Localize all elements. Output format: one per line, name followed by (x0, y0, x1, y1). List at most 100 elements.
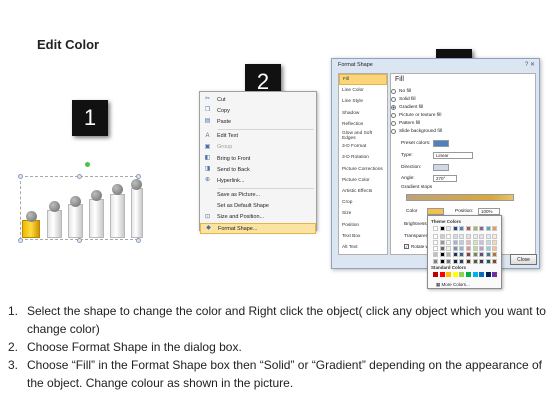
color-swatch[interactable] (439, 252, 445, 258)
resize-handle[interactable] (77, 238, 82, 243)
color-swatch[interactable] (452, 258, 458, 264)
color-swatch[interactable] (446, 246, 452, 252)
dialog-window-buttons[interactable]: ? ✕ (525, 61, 535, 68)
radio-no-fill[interactable]: No fill (391, 89, 411, 94)
bar[interactable] (131, 188, 143, 238)
color-swatch[interactable] (459, 246, 465, 252)
category-shadow[interactable]: Shadow (339, 108, 387, 119)
color-swatch[interactable] (433, 258, 438, 264)
color-swatch[interactable] (433, 246, 438, 252)
angle-input[interactable]: 270° (433, 175, 457, 182)
menu-item-set-default-shape[interactable]: Set as Default Shape (200, 201, 316, 212)
color-swatch[interactable] (492, 272, 498, 277)
color-swatch[interactable] (446, 226, 452, 231)
color-swatch[interactable] (439, 239, 445, 245)
category-alt-text[interactable]: Alt Text (339, 242, 387, 253)
bar[interactable] (47, 210, 62, 238)
menu-item-bring-to-front[interactable]: ◧ Bring to Front (200, 153, 316, 164)
color-swatch[interactable] (485, 272, 491, 277)
color-swatch[interactable] (439, 233, 445, 239)
color-swatch[interactable] (472, 233, 478, 239)
color-swatch[interactable] (485, 252, 491, 258)
color-swatch[interactable] (433, 252, 438, 258)
color-swatch[interactable] (433, 233, 438, 239)
gradient-stops-bar[interactable] (406, 194, 514, 201)
bar[interactable] (68, 204, 83, 238)
preset-colors-dropdown[interactable] (433, 140, 449, 147)
color-swatch[interactable] (466, 252, 471, 258)
color-swatch[interactable] (466, 246, 471, 252)
color-swatch[interactable] (466, 233, 471, 239)
category-crop[interactable]: Crop (339, 197, 387, 208)
color-swatch[interactable] (446, 258, 452, 264)
color-swatch[interactable] (492, 258, 498, 264)
radio-gradient-fill[interactable]: Gradient fill (391, 105, 423, 110)
resize-handle[interactable] (18, 174, 23, 179)
direction-dropdown[interactable] (433, 164, 449, 171)
color-swatch[interactable] (439, 226, 445, 231)
color-swatch[interactable] (485, 233, 491, 239)
category-artistic-effects[interactable]: Artistic Effects (339, 186, 387, 197)
color-swatch[interactable] (459, 239, 465, 245)
menu-item-size-position[interactable]: ⊡ Size and Position... (200, 212, 316, 223)
resize-handle[interactable] (18, 238, 23, 243)
category-3d-rotation[interactable]: 3-D Rotation (339, 152, 387, 163)
color-swatch[interactable] (452, 272, 458, 277)
more-colors-button[interactable]: ▦ More Colors... (436, 282, 470, 288)
category-picture-corrections[interactable]: Picture Corrections (339, 164, 387, 175)
color-swatch[interactable] (485, 258, 491, 264)
color-swatch[interactable] (466, 239, 471, 245)
menu-item-edit-text[interactable]: A Edit Text (200, 131, 316, 142)
menu-item-hyperlink[interactable]: ⊕ Hyperlink... (200, 175, 316, 186)
color-swatch[interactable] (466, 272, 471, 277)
category-glow[interactable]: Glow and Soft Edges (339, 130, 387, 141)
color-swatch[interactable] (452, 233, 458, 239)
color-swatch[interactable] (492, 226, 498, 231)
menu-item-copy[interactable]: ❐ Copy (200, 105, 316, 116)
radio-slide-background-fill[interactable]: Slide background fill (391, 129, 442, 134)
color-swatch[interactable] (433, 272, 438, 277)
category-fill[interactable]: Fill (339, 74, 387, 86)
color-swatch[interactable] (466, 258, 471, 264)
color-swatch[interactable] (479, 226, 485, 231)
color-swatch[interactable] (446, 272, 452, 277)
color-swatch[interactable] (446, 252, 452, 258)
category-text-box[interactable]: Text Box (339, 231, 387, 242)
radio-solid-fill[interactable]: Solid fill (391, 97, 416, 102)
category-3d-format[interactable]: 3-D Format (339, 141, 387, 152)
resize-handle[interactable] (77, 174, 82, 179)
color-swatch[interactable] (459, 252, 465, 258)
color-swatch[interactable] (466, 226, 471, 231)
radio-picture-fill[interactable]: Picture or texture fill (391, 113, 441, 118)
position-input[interactable]: 100% (478, 208, 500, 215)
color-swatch[interactable] (479, 272, 485, 277)
bar[interactable] (110, 194, 125, 238)
category-size[interactable]: Size (339, 208, 387, 219)
bar[interactable] (89, 199, 104, 238)
category-line-style[interactable]: Line Style (339, 96, 387, 107)
color-swatch[interactable] (479, 258, 485, 264)
color-swatch[interactable] (446, 239, 452, 245)
close-button[interactable]: Close (510, 254, 537, 265)
color-swatch[interactable] (479, 252, 485, 258)
category-reflection[interactable]: Reflection (339, 119, 387, 130)
radio-pattern-fill[interactable]: Pattern fill (391, 121, 420, 126)
color-swatch[interactable] (433, 226, 438, 231)
color-swatch[interactable] (485, 246, 491, 252)
color-swatch[interactable] (472, 258, 478, 264)
color-swatch[interactable] (479, 246, 485, 252)
color-swatch[interactable] (492, 233, 498, 239)
menu-item-save-as-picture[interactable]: Save as Picture... (200, 190, 316, 201)
color-swatch[interactable] (459, 233, 465, 239)
menu-item-cut[interactable]: ✂ Cut (200, 94, 316, 105)
color-swatch[interactable] (433, 239, 438, 245)
type-select[interactable]: Linear (433, 152, 473, 159)
color-swatch[interactable] (446, 233, 452, 239)
category-line-color[interactable]: Line Color (339, 85, 387, 96)
menu-item-paste[interactable]: ▤ Paste (200, 116, 316, 127)
color-dropdown[interactable] (427, 208, 444, 215)
color-swatch[interactable] (439, 272, 445, 277)
color-swatch[interactable] (439, 246, 445, 252)
color-swatch[interactable] (485, 226, 491, 231)
color-swatch[interactable] (492, 246, 498, 252)
